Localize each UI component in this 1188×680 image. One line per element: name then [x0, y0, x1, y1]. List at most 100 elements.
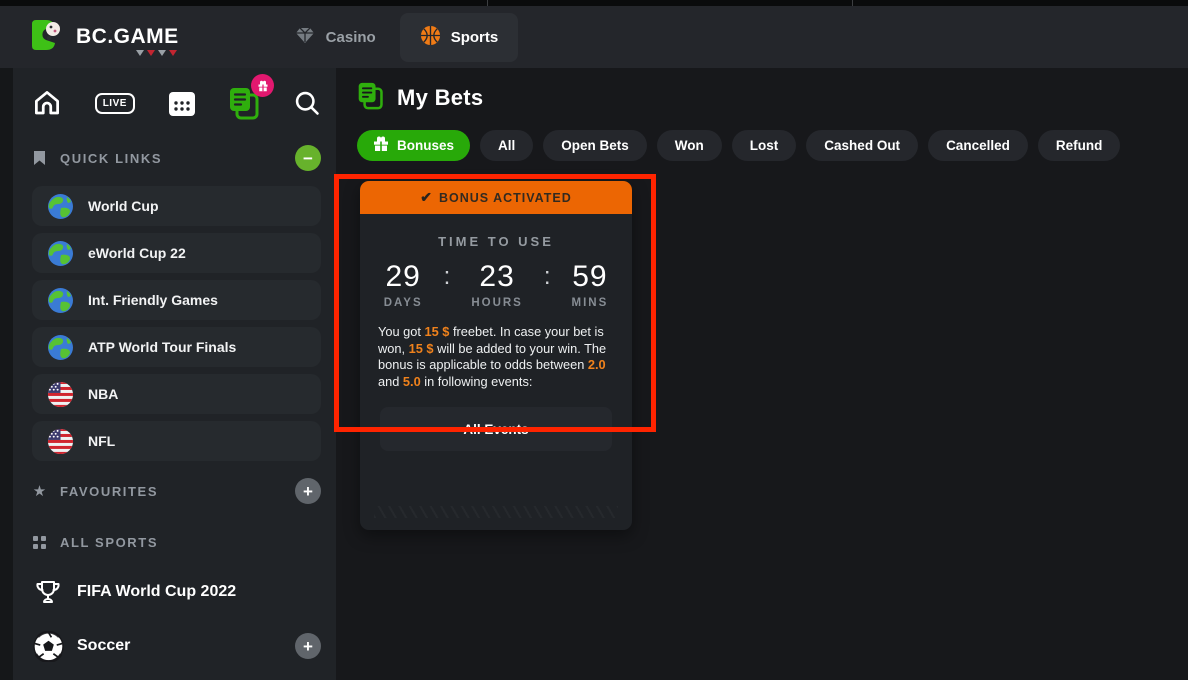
bonus-amount-highlight: 15 $	[409, 341, 434, 356]
quick-link-label: World Cup	[88, 198, 159, 214]
timer-value: 59	[572, 260, 609, 294]
timer-value: 29	[384, 260, 423, 294]
trophy-icon	[32, 578, 64, 606]
timer-value: 23	[471, 260, 523, 294]
all-events-button[interactable]: All Events	[380, 407, 612, 451]
soccer-ball-icon	[32, 631, 64, 662]
all-sports-header: ALL SPORTS	[32, 529, 321, 555]
quick-link-nba[interactable]: NBA	[32, 374, 321, 414]
filter-chip-label: All	[498, 138, 515, 153]
home-icon[interactable]	[32, 88, 62, 118]
countdown-timer: 29 DAYS : 23 HOURS : 59 MINS	[360, 260, 632, 309]
timer-unit-label: MINS	[572, 297, 609, 309]
sidebar: LIVE	[0, 68, 336, 680]
favourites-header: ★ FAVOURITES +	[32, 478, 321, 504]
bonus-amount-highlight: 5.0	[403, 374, 421, 389]
star-icon: ★	[32, 482, 47, 500]
filter-chip-label: Cancelled	[946, 138, 1010, 153]
quick-link-atp-world-tour-finals[interactable]: ATP World Tour Finals	[32, 327, 321, 367]
quick-link-eworld-cup-22[interactable]: eWorld Cup 22	[32, 233, 321, 273]
timer-unit-label: HOURS	[471, 297, 523, 309]
quick-links-collapse-button[interactable]: −	[295, 145, 321, 171]
sidebar-item-soccer[interactable]: Soccer +	[32, 629, 321, 663]
timer-unit-label: DAYS	[384, 297, 423, 309]
bcgame-logo[interactable]: BC.GAME	[26, 14, 179, 61]
quick-link-label: Int. Friendly Games	[88, 292, 218, 308]
timer-unit: 59 MINS	[572, 260, 609, 309]
timer-unit: 29 DAYS	[384, 260, 423, 309]
bonus-card: ✔ BONUS ACTIVATED TIME TO USE 29 DAYS : …	[360, 181, 632, 530]
bcgame-logo-text: BC.GAME	[76, 25, 179, 49]
globe-icon	[47, 334, 74, 361]
sidebar-item-label: FIFA World Cup 2022	[77, 583, 321, 601]
my-bets-icon[interactable]	[228, 86, 260, 120]
sidebar-icon-nav: LIVE	[32, 85, 321, 121]
sidebar-item-fifa-world-cup[interactable]: FIFA World Cup 2022	[32, 575, 321, 609]
tab-sports-label: Sports	[451, 29, 499, 46]
us-flag-icon	[47, 381, 74, 408]
bonus-description: You got 15 $ freebet. In case your bet i…	[378, 324, 614, 390]
filter-chip-all[interactable]: All	[480, 130, 533, 161]
bcgame-logo-icon	[26, 14, 68, 61]
filter-chip-bonuses[interactable]: Bonuses	[357, 130, 470, 161]
gem-icon	[294, 24, 316, 50]
favourites-title: FAVOURITES	[60, 484, 295, 499]
quick-links-title: QUICK LINKS	[60, 151, 295, 166]
timer-separator: :	[544, 263, 551, 291]
live-icon-label: LIVE	[95, 93, 135, 114]
filter-chip-won[interactable]: Won	[657, 130, 722, 161]
quick-link-label: ATP World Tour Finals	[88, 339, 236, 355]
bookmark-icon	[32, 150, 47, 166]
all-sports-title: ALL SPORTS	[60, 535, 321, 550]
my-bets-icon	[357, 81, 384, 115]
filter-chip-label: Bonuses	[397, 138, 454, 153]
bunting-flags-icon	[136, 50, 177, 56]
globe-icon	[47, 287, 74, 314]
page-title-row: My Bets	[357, 84, 1188, 112]
filter-chips: Bonuses All Open Bets Won Lost Cashed Ou…	[357, 130, 1188, 161]
card-footer-pattern	[374, 506, 618, 518]
filter-chip-open-bets[interactable]: Open Bets	[543, 130, 647, 161]
bonus-description-text: You got	[378, 324, 425, 339]
bonus-status-label: BONUS ACTIVATED	[439, 191, 572, 205]
quick-links-header: QUICK LINKS −	[32, 145, 321, 171]
bonus-card-body: TIME TO USE 29 DAYS : 23 HOURS : 59 MINS…	[360, 214, 632, 530]
basketball-icon	[420, 25, 441, 50]
calendar-icon[interactable]	[168, 90, 196, 117]
quick-link-world-cup[interactable]: World Cup	[32, 186, 321, 226]
us-flag-icon	[47, 428, 74, 455]
filter-chip-cancelled[interactable]: Cancelled	[928, 130, 1028, 161]
live-icon[interactable]: LIVE	[95, 93, 135, 114]
tab-casino[interactable]: Casino	[294, 24, 376, 50]
filter-chip-label: Lost	[750, 138, 779, 153]
tab-casino-label: Casino	[326, 29, 376, 46]
timer-separator: :	[444, 263, 451, 291]
gift-icon	[373, 136, 389, 155]
bonus-description-text: and	[378, 374, 403, 389]
check-icon: ✔	[420, 189, 433, 206]
filter-chip-cashed-out[interactable]: Cashed Out	[806, 130, 918, 161]
quick-link-int-friendly-games[interactable]: Int. Friendly Games	[32, 280, 321, 320]
bonus-amount-highlight: 15 $	[425, 324, 450, 339]
soccer-expand-button[interactable]: +	[295, 633, 321, 659]
app-header: BC.GAME Casino Sports	[0, 6, 1188, 68]
quick-link-label: NFL	[88, 433, 115, 449]
search-icon[interactable]	[293, 89, 321, 117]
filter-chip-lost[interactable]: Lost	[732, 130, 797, 161]
globe-icon	[47, 193, 74, 220]
page-title: My Bets	[397, 85, 483, 111]
favourites-add-button[interactable]: +	[295, 478, 321, 504]
main-content: My Bets Bonuses All Open Bets Won Lost C…	[336, 68, 1188, 680]
filter-chip-label: Won	[675, 138, 704, 153]
bonus-amount-highlight: 2.0	[588, 357, 606, 372]
globe-icon	[47, 240, 74, 267]
filter-chip-refund[interactable]: Refund	[1038, 130, 1121, 161]
bonus-status-banner: ✔ BONUS ACTIVATED	[360, 181, 632, 214]
sidebar-item-label: Soccer	[77, 637, 295, 655]
tab-sports[interactable]: Sports	[400, 13, 519, 62]
filter-chip-label: Refund	[1056, 138, 1103, 153]
sidebar-gutter	[0, 68, 13, 680]
grid-icon	[32, 536, 47, 549]
quick-links-list: World Cup eWorld Cup 22 Int. Friendly Ga…	[32, 186, 321, 461]
quick-link-nfl[interactable]: NFL	[32, 421, 321, 461]
